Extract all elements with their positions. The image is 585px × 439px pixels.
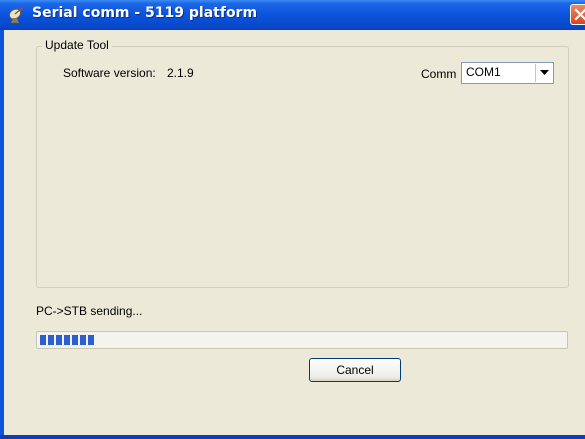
- progress-block: [40, 335, 46, 345]
- comm-dropdown-button[interactable]: [535, 64, 552, 82]
- software-version-label: Software version:: [63, 66, 156, 80]
- satellite-dish-icon: [8, 6, 26, 24]
- dialog-window: Serial comm - 5119 platform Update Tool …: [0, 0, 585, 439]
- chevron-down-icon: [540, 70, 549, 75]
- software-version-value: 2.1.9: [167, 66, 194, 80]
- progress-bar-fill: [40, 335, 94, 345]
- progress-block: [56, 335, 62, 345]
- progress-block: [64, 335, 70, 345]
- progress-bar: [36, 331, 568, 349]
- window-title: Serial comm - 5119 platform: [32, 5, 258, 21]
- close-button[interactable]: [570, 4, 585, 25]
- title-bar[interactable]: Serial comm - 5119 platform: [0, 0, 585, 30]
- comm-label: Comm: [421, 67, 457, 81]
- close-x-icon: [574, 8, 585, 21]
- comm-port-selected-value: COM1: [466, 65, 501, 79]
- comm-port-select[interactable]: COM1: [461, 62, 554, 84]
- groupbox-title: Update Tool: [42, 38, 112, 52]
- progress-block: [80, 335, 86, 345]
- window-bottom-border: [0, 435, 585, 439]
- progress-block: [72, 335, 78, 345]
- progress-block: [48, 335, 54, 345]
- status-text: PC->STB sending...: [36, 304, 143, 318]
- cancel-button[interactable]: Cancel: [309, 358, 401, 382]
- progress-block: [88, 335, 94, 345]
